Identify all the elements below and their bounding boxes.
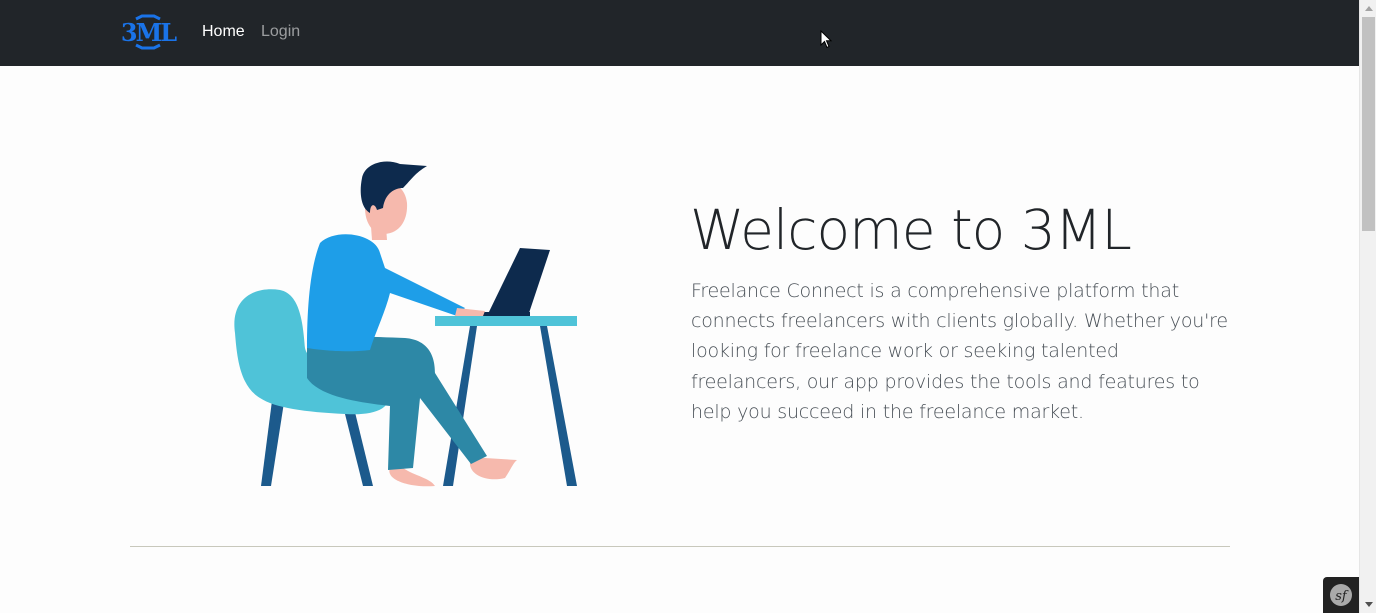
hero-title: Welcome to 3ML xyxy=(690,198,1132,262)
nav-link-login[interactable]: Login xyxy=(261,23,300,41)
svg-text:3ML: 3ML xyxy=(121,18,177,47)
freelancer-illustration xyxy=(234,161,577,487)
symfony-toolbar-icon[interactable]: sf xyxy=(1323,577,1359,613)
page-scrollbar[interactable] xyxy=(1359,0,1376,613)
scroll-up-arrow-icon[interactable] xyxy=(1360,0,1376,17)
brand-logo[interactable]: 3ML xyxy=(119,13,179,51)
scroll-down-arrow-icon[interactable] xyxy=(1360,596,1376,613)
brand-logo-icon: 3ML xyxy=(121,14,179,50)
hero-description: Freelance Connect is a comprehensive pla… xyxy=(691,280,1228,423)
mouse-pointer-icon xyxy=(820,30,833,49)
scrollbar-thumb[interactable] xyxy=(1362,17,1375,231)
nav-link-home[interactable]: Home xyxy=(202,23,245,41)
top-navbar: 3ML Home Login xyxy=(0,0,1359,66)
section-divider xyxy=(130,546,1230,547)
